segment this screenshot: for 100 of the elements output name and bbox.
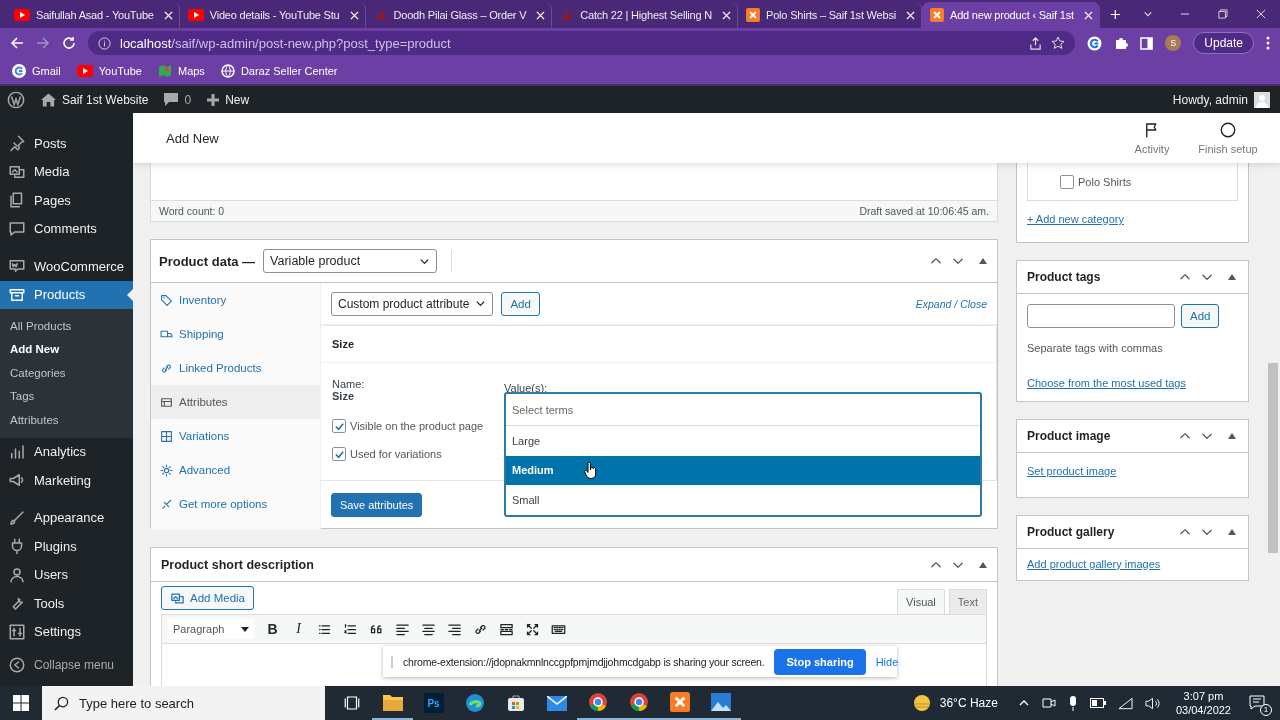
tag-input[interactable] — [1027, 304, 1175, 328]
dropdown-option[interactable]: Large — [506, 426, 980, 456]
submenu-item[interactable]: Tags — [0, 384, 133, 408]
product-data-tab[interactable]: Get more options — [151, 487, 320, 521]
meet-icon[interactable] — [1041, 696, 1056, 710]
sidebar-item[interactable]: Analytics — [0, 437, 133, 466]
stop-sharing-button[interactable]: Stop sharing — [774, 648, 866, 675]
product-data-tab[interactable]: Variations — [151, 419, 320, 453]
collapse-toggle-icon[interactable] — [1228, 274, 1236, 280]
windows-logo-icon[interactable] — [13, 695, 29, 711]
share-icon[interactable] — [1029, 36, 1043, 50]
more-menu-icon[interactable] — [1266, 36, 1270, 50]
info-icon[interactable] — [98, 36, 111, 50]
notifications-button[interactable]: 1 — [1249, 690, 1272, 716]
weather-widget[interactable]: 36°C Haze — [911, 693, 998, 713]
product-type-select[interactable]: Variable product — [263, 249, 438, 273]
format-select[interactable]: Paragraph — [168, 619, 254, 639]
save-attributes-button[interactable]: Save attributes — [331, 493, 423, 518]
submenu-item[interactable]: Add New — [0, 337, 133, 361]
collapse-toggle-icon[interactable] — [979, 258, 987, 264]
collapse-menu-button[interactable]: Collapse menu — [0, 651, 133, 680]
dropdown-option[interactable]: Small — [506, 485, 980, 515]
attribute-select[interactable]: Custom product attribute — [331, 291, 494, 316]
new-link[interactable]: New — [207, 92, 250, 107]
submenu-item[interactable]: Categories — [0, 361, 133, 385]
browser-tab[interactable]: Add new product ‹ Saif 1st — [922, 2, 1100, 28]
sidebar-item[interactable]: Comments — [0, 214, 133, 243]
wifi-icon[interactable] — [1117, 696, 1133, 710]
align-center-icon[interactable] — [421, 621, 436, 637]
collapse-toggle-icon[interactable] — [1228, 529, 1236, 535]
restore-icon[interactable] — [1218, 8, 1229, 20]
microphone-icon[interactable] — [1067, 695, 1078, 711]
dropdown-option[interactable]: Medium — [506, 455, 980, 485]
battery-icon[interactable] — [1089, 698, 1106, 708]
bookmark[interactable]: Maps — [157, 64, 205, 78]
expand-close-links[interactable]: Expand / Close — [915, 297, 987, 310]
header-action[interactable]: Activity — [1116, 121, 1188, 155]
sidebar-item[interactable]: Media — [0, 157, 133, 186]
sidebar-item[interactable]: Posts — [0, 129, 133, 158]
hide-link[interactable]: Hide — [875, 655, 899, 668]
numbered-list-icon[interactable] — [343, 621, 358, 637]
puzzle-icon[interactable] — [1114, 36, 1129, 50]
comments-link[interactable]: 0 — [164, 92, 192, 107]
editor-tab[interactable]: Visual — [897, 589, 945, 614]
set-image-link[interactable]: Set product image — [1027, 465, 1238, 477]
add-button[interactable]: Add — [1181, 304, 1220, 328]
star-icon[interactable] — [1051, 36, 1066, 50]
submenu-item[interactable]: All Products — [0, 314, 133, 338]
bookmark[interactable]: YouTube — [76, 65, 142, 77]
wordpress-logo-icon[interactable] — [7, 90, 25, 109]
taskbar-app[interactable]: Ps — [413, 686, 454, 720]
product-data-tab[interactable]: Shipping — [151, 317, 320, 351]
editor-tab[interactable]: Text — [948, 589, 987, 614]
sidebar-item[interactable]: Users — [0, 560, 133, 589]
sidebar-item[interactable]: Settings — [0, 617, 133, 646]
new-tab-icon[interactable] — [1109, 8, 1121, 21]
forward-icon[interactable] — [36, 36, 50, 50]
add-button[interactable]: Add — [501, 291, 540, 316]
product-data-tab[interactable]: Inventory — [151, 283, 320, 317]
product-data-tab[interactable]: Attributes — [151, 385, 320, 419]
collapse-toggle-icon[interactable] — [979, 561, 987, 568]
product-data-tab[interactable]: Linked Products — [151, 351, 320, 385]
checkbox[interactable] — [332, 419, 346, 434]
read-more-icon[interactable] — [499, 621, 514, 637]
back-icon[interactable] — [10, 36, 24, 50]
sidebar-item[interactable]: WooCommerce — [0, 252, 133, 281]
add-media-button[interactable]: Add Media — [161, 586, 254, 610]
search-field[interactable]: Select terms — [506, 394, 980, 426]
sidebar-item[interactable]: Products — [0, 280, 133, 309]
speaker-icon[interactable] — [1144, 696, 1160, 710]
most-used-tags-link[interactable]: Choose from the most used tags — [1027, 377, 1238, 389]
update-button[interactable]: Update — [1193, 32, 1254, 54]
checkbox-option[interactable]: Visible on the product page — [332, 412, 504, 441]
align-right-icon[interactable] — [447, 621, 462, 637]
collapse-toggle-icon[interactable] — [1228, 433, 1236, 439]
fullscreen-icon[interactable] — [525, 621, 540, 637]
side-panel-icon[interactable] — [1140, 36, 1154, 50]
category-option[interactable]: Polo Shirts — [1060, 167, 1132, 196]
profile-avatar[interactable]: S — [1165, 35, 1182, 51]
close-icon[interactable] — [1256, 8, 1266, 20]
extension-icon[interactable] — [1087, 35, 1103, 51]
bookmark[interactable]: Gmail — [12, 64, 61, 78]
address-bar[interactable]: localhost/saif/wp-admin/post-new.php?post_type=product — [88, 31, 1076, 55]
submenu-item[interactable]: Attributes — [0, 408, 133, 432]
bookmark[interactable]: Daraz Seller Center — [220, 64, 338, 78]
header-action[interactable]: Finish setup — [1188, 121, 1268, 155]
checkbox[interactable] — [332, 447, 346, 462]
bold-button[interactable]: B — [265, 621, 280, 637]
checkbox[interactable] — [1060, 174, 1074, 189]
add-gallery-link[interactable]: Add product gallery images — [1027, 558, 1238, 570]
sidebar-item[interactable]: Appearance — [0, 503, 133, 532]
product-data-tab[interactable]: Advanced — [151, 453, 320, 487]
add-category-link[interactable]: + Add new category — [1027, 213, 1238, 225]
clock[interactable]: 3:07 pm 03/04/2022 — [1175, 689, 1231, 717]
italic-button[interactable]: I — [291, 621, 306, 637]
account-menu[interactable]: Howdy, admin — [1172, 91, 1270, 108]
reload-icon[interactable] — [62, 36, 76, 50]
sidebar-item[interactable]: Plugins — [0, 532, 133, 561]
sidebar-item[interactable]: Marketing — [0, 466, 133, 495]
site-link[interactable]: Saif 1st Website — [41, 92, 149, 107]
